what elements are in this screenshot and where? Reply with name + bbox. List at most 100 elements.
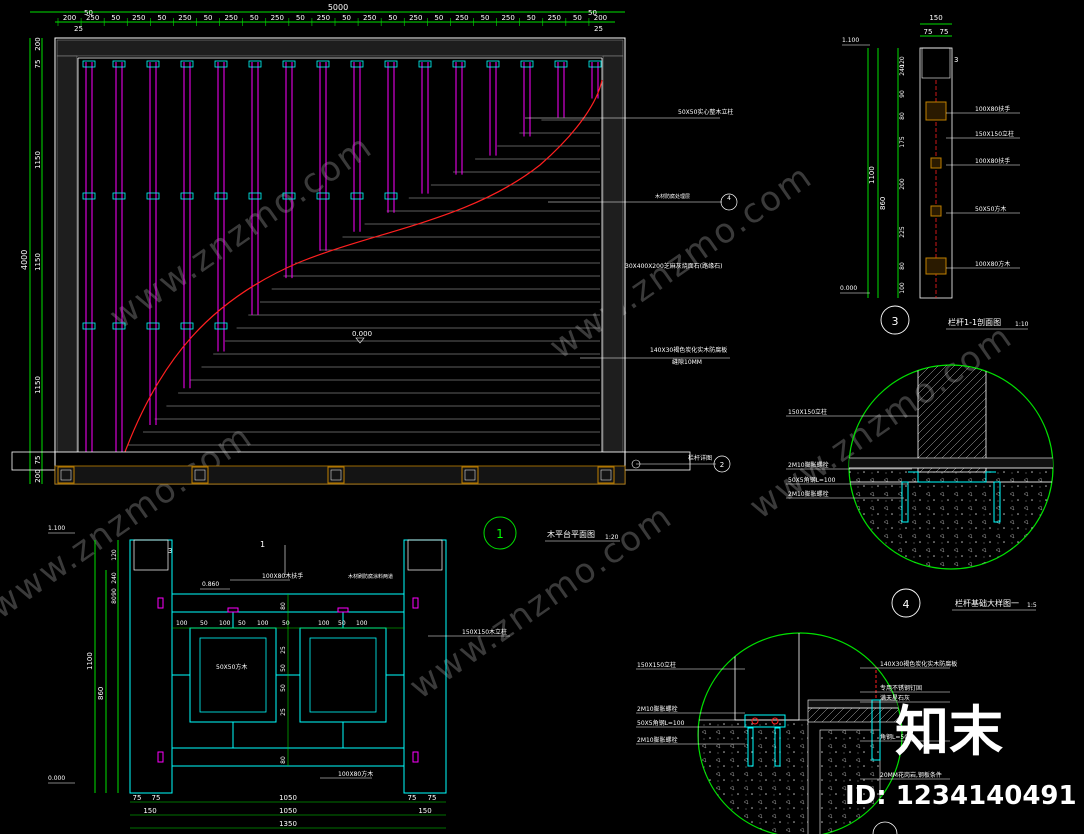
elev-center-dim: 25 (280, 646, 287, 654)
plan-top-dim: 50 (111, 14, 120, 22)
elev-center-dim: 25 (280, 708, 287, 716)
detail4-title: 栏杆基础大样图一 (955, 598, 1019, 608)
plan-top-dim: 50 (573, 14, 582, 22)
watermark-text-1: www.znzmo.com (102, 126, 380, 337)
plan-top-dim: 250 (501, 14, 514, 22)
elev-inner-dim: 100 (176, 620, 188, 627)
section-scale: 1:10 (1015, 321, 1029, 328)
plan-left-dim: 1150 (34, 253, 42, 271)
plan-callout-border: 30X400X200芝麻灰烧面石(路缘石) (625, 262, 722, 270)
elev-inner-dim: 50 (200, 620, 208, 627)
detail5-callout-right: 20MM花岗岩,钢板条件 (880, 771, 942, 779)
elev-left-dims: 120 240 9080 (111, 549, 118, 604)
detail4-callout: 2M10膨胀螺栓 (788, 461, 829, 469)
section-callout: 100X80方木 (975, 260, 1010, 268)
section-left-dim: 90 (899, 90, 906, 98)
plan-top-dim: 50 (296, 14, 305, 22)
watermark-text-4: www.znzmo.com (402, 496, 680, 707)
section-num: 3 (892, 315, 899, 328)
section-callout: 150X150立柱 (975, 130, 1014, 138)
elev-center-dim: 50 (280, 684, 287, 692)
plan-num: 1 (496, 527, 504, 541)
plan-top-dim: 50 (434, 14, 443, 22)
plan-callout-post-num: 4 (727, 195, 731, 202)
elev-center-dim: 80 (280, 756, 287, 764)
plan-top-edge-left-b: 25 (74, 25, 83, 33)
elev-center-dim: 50 (280, 664, 287, 672)
elev-bottom-dim: 1050 (279, 794, 297, 802)
elev-mark-1: 1 (260, 540, 265, 549)
deck-joist-posts (82, 60, 602, 452)
plan-callout-rail: 50X50实心整木立柱 (678, 108, 733, 116)
elev-level-mid: 0.860 (202, 581, 219, 588)
plan-top-dim: 50 (157, 14, 166, 22)
plan-left-dim: 1150 (34, 151, 42, 169)
section-callout: 100X80扶手 (975, 105, 1010, 113)
detail4-num: 4 (903, 598, 910, 611)
railing-section: 150 75 75 1.100 3 1100 860 1202409080175… (840, 14, 1029, 335)
elev-left-dim: 240 (111, 572, 118, 584)
elev-bottom-dim: 75 (428, 794, 437, 802)
plan-left-dim: 75 (34, 456, 42, 465)
section-tag: 3 (954, 56, 958, 64)
detail4-callout: 50X5角钢L=100 (788, 476, 836, 484)
detail4-scale: 1:5 (1027, 602, 1037, 609)
plan-top-edge-right-a: 50 (588, 9, 597, 17)
elev-bottom-dim: 75 (408, 794, 417, 802)
detail5-callout-right: 140X30褐色炭化实木防腐板 (880, 660, 957, 668)
plan-left-total: 4000 (20, 250, 29, 270)
section-top-width: 150 (929, 14, 942, 22)
section-left-dim: 100 (899, 282, 906, 294)
plan-left-dim: 75 (34, 60, 42, 69)
section-top-part-1: 75 (924, 28, 933, 36)
elev-left-total: 1100 (86, 652, 94, 670)
plan-top-spacing-dims: 200 250 50 250 50 250 50 250 50 250 50 250 50 250 50 25… (57, 14, 607, 26)
elev-inner-dim: 50 (238, 620, 246, 627)
elev-bottom-dim: 75 (133, 794, 142, 802)
watermark-layer: www.znzmo.com www.znzmo.com www.znzmo.co… (0, 126, 1020, 707)
elev-inner-dim: 100 (219, 620, 231, 627)
elev-callout-top: 100X80木扶手 (262, 572, 303, 580)
plan-top-dim: 250 (317, 14, 330, 22)
elev-level-top: 1.100 (48, 525, 65, 532)
section-left-dims: 120240908017520022580100 (899, 56, 906, 294)
section-level-bottom: 0.000 (840, 285, 857, 292)
elev-inner-dim: 100 (257, 620, 269, 627)
elev-left-sub: 860 (97, 687, 105, 700)
elev-bottom-dim: 1350 (279, 820, 297, 828)
plan-left-dim: 200 (34, 37, 42, 50)
plan-top-dim: 50 (388, 14, 397, 22)
elev-left-dim: 90 (111, 588, 118, 596)
section-level-top: 1.100 (842, 37, 859, 44)
plan-top-dim: 250 (363, 14, 376, 22)
detail5-callout-left: 2M10膨胀螺栓 (637, 705, 678, 713)
detail5-callout-right: 专用不锈钢钉固 (880, 684, 922, 692)
plan-top-dim: 50 (481, 14, 490, 22)
section-left-dim: 80 (899, 262, 906, 270)
plan-top-edge-right-b: 25 (594, 25, 603, 33)
detail5-callout-left: 50X5角钢L=100 (637, 719, 685, 727)
brand-id: ID: 1234140491 (845, 781, 1077, 811)
detail5-callout-left: 2M10膨胀螺栓 (637, 736, 678, 744)
plan-top-dim: 250 (409, 14, 422, 22)
plan-railing-num: 2 (720, 461, 724, 469)
plan-title: 木平台平面图 (547, 529, 595, 539)
plan-top-dim: 250 (455, 14, 468, 22)
section-title: 栏杆1-1剖面图 (948, 317, 1001, 327)
elev-bottom-dim: 150 (143, 807, 156, 815)
section-left-dim: 80 (899, 112, 906, 120)
section-left-sub: 860 (879, 197, 887, 210)
elev-left-dim: 120 (111, 549, 118, 561)
plan-callout-post-note: 木材防腐处理层 (655, 193, 690, 200)
plan-top-dim: 50 (527, 14, 536, 22)
plan-top-dim: 50 (342, 14, 351, 22)
section-callout: 100X80扶手 (975, 157, 1010, 165)
elev-center-dim: 80 (280, 602, 287, 610)
elev-bottom-dim: 75 (152, 794, 161, 802)
plan-top-dim: 250 (548, 14, 561, 22)
plan-top-dim: 250 (178, 14, 191, 22)
plan-scale: 1:20 (605, 534, 619, 541)
cad-drawing-canvas: www.znzmo.com www.znzmo.com www.znzmo.co… (0, 3, 1077, 834)
section-callout-labels: 100X80扶手 150X150立柱 100X80扶手 50X50方木 100X80方木 (946, 105, 1020, 269)
elev-inner-dim: 50 (282, 620, 290, 627)
